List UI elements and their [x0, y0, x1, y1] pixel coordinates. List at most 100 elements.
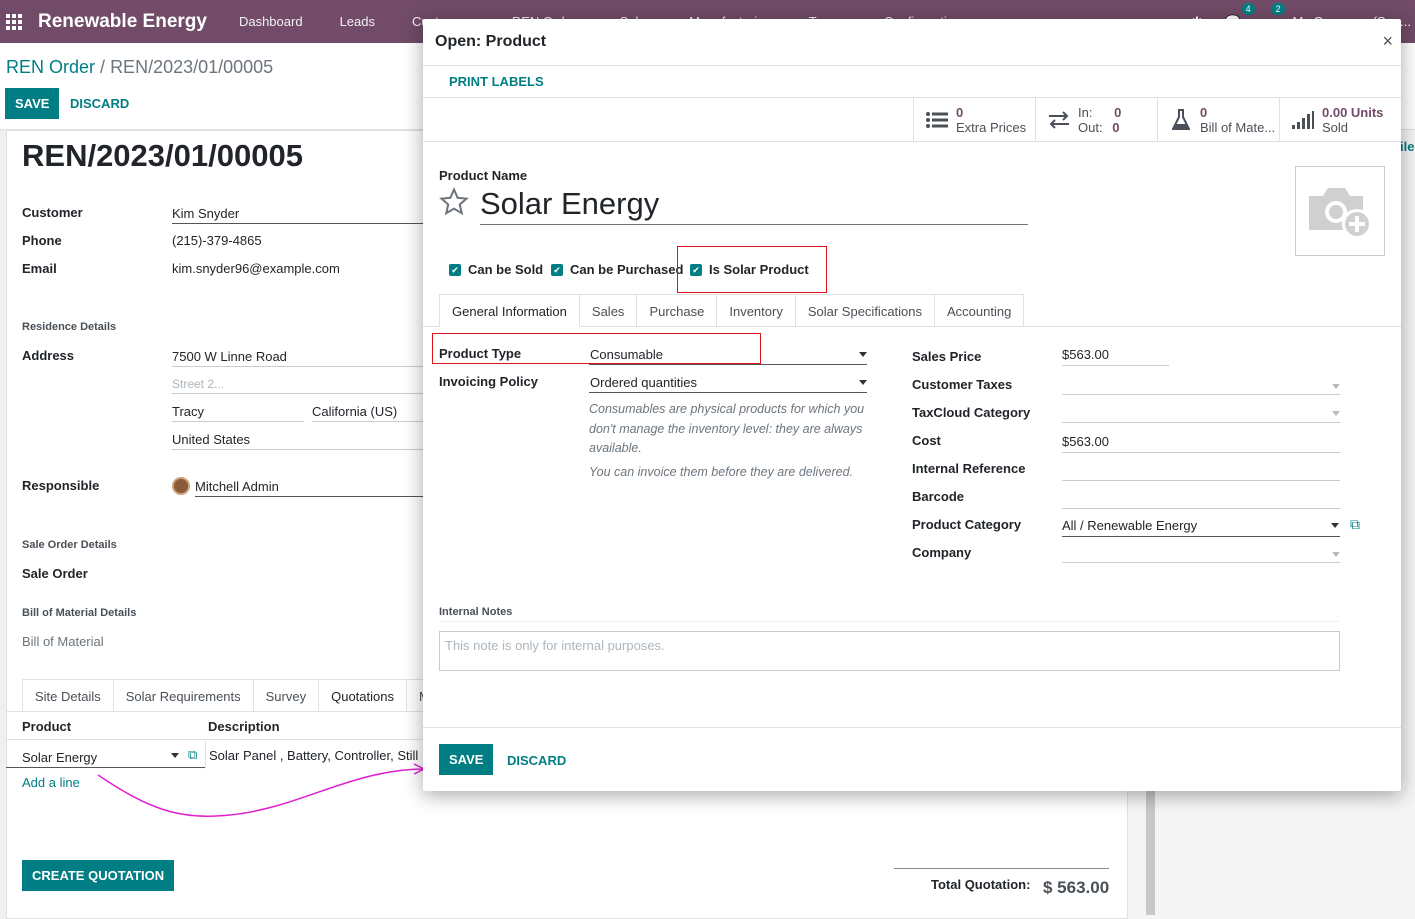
total-quotation-label: Total Quotation: [931, 877, 1031, 892]
internal-notes-field[interactable]: This note is only for internal purposes. [439, 631, 1340, 671]
dialog-title: Open: Product [435, 33, 547, 50]
close-icon[interactable]: × [1382, 31, 1393, 52]
tab-solar-specifications[interactable]: Solar Specifications [794, 294, 936, 327]
sale-order-label: Sale Order [22, 566, 88, 581]
add-line-link[interactable]: Add a line [22, 775, 80, 790]
out-value: 0 [1112, 120, 1120, 135]
customer-taxes-field[interactable] [1062, 394, 1340, 395]
print-labels-button[interactable]: PRINT LABELS [449, 74, 544, 89]
product-category-select[interactable]: All / Renewable Energy [1062, 518, 1197, 533]
external-link-icon[interactable]: ⧉ [1350, 516, 1360, 533]
invoicing-policy-select[interactable]: Ordered quantities [590, 375, 697, 390]
chevron-down-icon[interactable] [859, 352, 867, 357]
chevron-down-icon[interactable] [171, 753, 179, 758]
company-field[interactable] [1062, 562, 1340, 563]
app-brand[interactable]: Renewable Energy [38, 11, 207, 33]
phone-label: Phone [22, 233, 62, 248]
product-type-help: Consumables are physical products for wh… [589, 402, 865, 455]
column-product[interactable]: Product [22, 719, 71, 734]
chatter-fragment: ile [1400, 139, 1415, 154]
bom-label: Bill of Material [22, 634, 104, 649]
email-field[interactable]: kim.snyder96@example.com [172, 261, 340, 276]
flask-icon [1168, 109, 1194, 131]
bom-stat-label: Bill of Mate... [1200, 120, 1276, 135]
discard-button[interactable]: DISCARD [70, 96, 129, 111]
taxcloud-category-field[interactable] [1062, 422, 1340, 423]
product-name-label: Product Name [439, 168, 528, 183]
extra-prices-count: 0 [956, 105, 964, 120]
taxcloud-category-label: TaxCloud Category [912, 405, 1031, 420]
sold-units: 0.00 Units [1322, 105, 1384, 120]
responsible-field[interactable]: Mitchell Admin [195, 479, 279, 494]
barcode-field[interactable] [1062, 508, 1340, 509]
bom-button[interactable]: 0 Bill of Mate... [1157, 98, 1279, 142]
phone-field[interactable]: (215)-379-4865 [172, 233, 262, 248]
country-field[interactable]: United States [172, 432, 250, 447]
chevron-down-icon[interactable] [1331, 523, 1339, 528]
order-tabs: Site Details Solar Requirements Survey Q… [22, 679, 443, 712]
customer-taxes-label: Customer Taxes [912, 377, 1013, 392]
barcode-label: Barcode [912, 489, 965, 504]
menu-leads[interactable]: Leads [340, 14, 375, 29]
tab-accounting[interactable]: Accounting [934, 294, 1025, 327]
checkbox-checked-icon: ✔ [551, 263, 563, 276]
tab-survey[interactable]: Survey [252, 679, 320, 712]
extra-prices-button[interactable]: 0 Extra Prices [913, 98, 1035, 142]
tab-sales[interactable]: Sales [578, 294, 638, 327]
scrollbar[interactable] [1146, 790, 1155, 915]
row-description[interactable]: Solar Panel , Battery, Controller, Still [209, 748, 418, 763]
customer-field[interactable]: Kim Snyder [172, 206, 239, 221]
in-out-button[interactable]: In: 0 Out: 0 [1035, 98, 1157, 142]
chevron-down-icon[interactable] [1332, 384, 1340, 389]
dialog-discard-button[interactable]: DISCARD [507, 753, 566, 768]
tab-inventory[interactable]: Inventory [716, 294, 796, 327]
internal-reference-label: Internal Reference [912, 461, 1026, 476]
cost-field[interactable]: $563.00 [1062, 434, 1109, 449]
company-label: Company [912, 545, 972, 560]
out-label: Out: [1078, 120, 1103, 135]
can-be-sold-checkbox[interactable]: ✔ Can be Sold [449, 262, 543, 277]
tab-site-details[interactable]: Site Details [22, 679, 114, 712]
column-description[interactable]: Description [208, 719, 280, 734]
internal-reference-field[interactable] [1062, 480, 1340, 481]
menu-dashboard[interactable]: Dashboard [239, 14, 303, 29]
can-be-sold-label: Can be Sold [468, 262, 544, 277]
breadcrumb-parent[interactable]: REN Order [6, 57, 95, 77]
invoice-help: You can invoice them before they are del… [589, 465, 854, 479]
tab-purchase[interactable]: Purchase [636, 294, 718, 327]
chevron-down-icon[interactable] [859, 380, 867, 385]
star-icon[interactable] [439, 187, 469, 217]
chevron-down-icon[interactable] [1332, 411, 1340, 416]
save-button[interactable]: SAVE [5, 88, 60, 119]
external-link-icon[interactable]: ⧉ [188, 747, 197, 763]
signal-bars-icon [1290, 111, 1316, 129]
messages-badge: 4 [1241, 2, 1255, 15]
total-quotation-value: $ 563.00 [1043, 878, 1110, 897]
create-quotation-button[interactable]: CREATE QUOTATION [22, 860, 175, 891]
bom-count: 0 [1200, 105, 1208, 120]
apps-grid-icon[interactable] [6, 13, 22, 30]
dialog-toolbar: PRINT LABELS [423, 66, 1401, 98]
tab-general-information[interactable]: General Information [439, 294, 580, 327]
tab-solar-requirements[interactable]: Solar Requirements [112, 679, 254, 712]
tab-quotations[interactable]: Quotations [318, 679, 407, 712]
customer-label: Customer [22, 205, 83, 220]
product-name-field[interactable]: Solar Energy [480, 186, 659, 222]
sold-button[interactable]: 0.00 Units Sold [1279, 98, 1401, 142]
dialog-save-button[interactable]: SAVE [439, 744, 494, 775]
product-category-label: Product Category [912, 517, 1022, 532]
chevron-down-icon[interactable] [1332, 552, 1340, 557]
residence-section-title: Residence Details [22, 321, 117, 333]
internal-notes-label: Internal Notes [439, 606, 513, 618]
street2-field[interactable]: Street 2... [172, 377, 224, 391]
in-label: In: [1078, 105, 1093, 120]
city-field[interactable]: Tracy [172, 404, 204, 419]
product-image-upload[interactable] [1295, 166, 1385, 256]
can-be-purchased-label: Can be Purchased [570, 262, 684, 277]
state-field[interactable]: California (US) [312, 404, 397, 419]
in-value: 0 [1114, 105, 1122, 120]
sales-price-field[interactable]: $563.00 [1062, 347, 1109, 362]
street-field[interactable]: 7500 W Linne Road [172, 349, 287, 364]
row-product[interactable]: Solar Energy [22, 750, 97, 765]
can-be-purchased-checkbox[interactable]: ✔ Can be Purchased [551, 262, 683, 277]
